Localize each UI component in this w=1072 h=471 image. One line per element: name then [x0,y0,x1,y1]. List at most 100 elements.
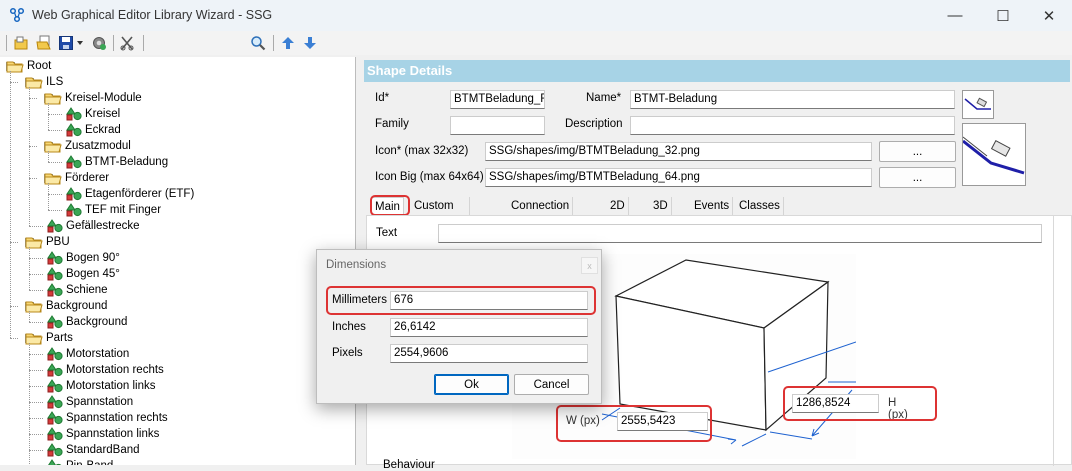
tree-item[interactable]: TEF mit Finger [66,202,161,218]
tree-item[interactable]: StandardBand [47,442,140,458]
text-field[interactable] [438,224,1042,243]
tree-item[interactable]: BTMT-Beladung [66,154,168,170]
tree-connector [48,194,62,195]
tab-custom-properties[interactable]: Custom Properties [411,197,471,230]
ok-button[interactable]: Ok [434,374,509,395]
inches-field[interactable]: 26,6142 [390,318,588,337]
maximize-button[interactable]: ☐ [980,0,1026,31]
name-field[interactable]: BTMT-Beladung [630,90,955,109]
shape-details-header: Shape Details [364,60,1070,82]
tree-connector [48,162,62,163]
toolbar-separator [143,35,144,51]
tree-connector [10,338,18,339]
description-field[interactable] [630,116,955,135]
icon-path-field[interactable]: SSG/shapes/img/BTMTBeladung_32.png [485,142,872,161]
shape-icon [47,411,66,425]
family-field[interactable] [450,116,545,135]
tree-folder[interactable]: Zusatzmodul [44,138,131,154]
tree-folder[interactable]: ILS [25,74,63,90]
tree-item-label: PBU [46,236,70,248]
tree-connector [29,98,37,99]
shape-icon [47,267,66,281]
tree-item[interactable]: Spannstation rechts [47,410,168,426]
dialog-close-button[interactable]: x [581,257,598,274]
tree-item[interactable]: Spannstation links [47,426,159,442]
tree-item[interactable]: Motorstation links [47,378,155,394]
icon-big-path-field[interactable]: SSG/shapes/img/BTMTBeladung_64.png [485,168,872,187]
cut-icon[interactable] [118,34,136,52]
shape-icon [47,427,66,441]
tree-item-label: BTMT-Beladung [85,156,169,168]
tree-item-label: Spannstation rechts [66,412,168,424]
tree-item[interactable]: Schiene [47,282,108,298]
cancel-button[interactable]: Cancel [514,374,589,395]
settings-icon[interactable] [90,34,108,52]
arrow-down-icon[interactable] [301,34,319,52]
tree-item[interactable]: Eckrad [66,122,121,138]
tree-connector [29,311,30,322]
tree-item[interactable]: Spannstation [47,394,133,410]
tree-item-label: Parts [46,332,73,344]
icon-label: Icon* (max 32x32) [375,145,469,157]
tree-item-label: StandardBand [66,444,140,456]
tree-connector [29,258,43,259]
id-field[interactable]: BTMTBeladung_Ro [450,90,545,109]
tree-item-label: Förderer [65,172,110,184]
tree-folder[interactable]: Root [6,58,51,74]
save-icon[interactable] [57,34,75,52]
tree-item[interactable]: Motorstation rechts [47,362,164,378]
search-icon[interactable] [249,34,267,52]
dropdown-icon[interactable] [75,34,85,52]
tree-item-label: Eckrad [85,124,121,136]
tab-connection-points[interactable]: Connection Points [508,197,574,230]
tree-connector [29,354,43,355]
description-label: Description [565,118,623,130]
minimize-button[interactable]: — [932,0,978,31]
tree-item-label: Motorstation rechts [66,364,164,376]
text-label: Text [376,227,398,239]
tree-item[interactable]: Bogen 90° [47,250,120,266]
open-icon[interactable] [35,34,53,52]
icon-big-browse-button[interactable]: ... [879,167,956,188]
new-icon[interactable] [12,34,30,52]
tree-folder[interactable]: Parts [25,330,73,346]
tab-classes[interactable]: Classes [736,197,784,215]
tree-item-label: Bogen 90° [66,252,120,264]
tree-connector [48,183,49,210]
tab-2d[interactable]: 2D [607,197,629,215]
icon-browse-button[interactable]: ... [879,141,956,162]
tree-item-label: Schiene [66,284,108,296]
tree-folder[interactable]: Kreisel-Module [44,90,142,106]
tree-folder[interactable]: Förderer [44,170,109,186]
tab-3d[interactable]: 3D [650,197,672,215]
icon-big-label: Icon Big (max 64x64) [375,171,484,183]
tree-item-label: Motorstation [66,348,130,360]
tree-connector [29,450,43,451]
tree-item[interactable]: Motorstation [47,346,129,362]
tree-item-label: Kreisel-Module [65,92,142,104]
millimeters-highlight [326,286,596,315]
tree-item[interactable]: Background [47,314,127,330]
tree-folder[interactable]: Background [25,298,107,314]
tree-folder[interactable]: PBU [25,234,70,250]
tab-events[interactable]: Events [691,197,734,215]
close-window-button[interactable]: ✕ [1026,0,1072,31]
pixels-label: Pixels [332,347,363,359]
shape-icon [47,315,66,329]
shape-icon [66,123,85,137]
tree-item[interactable]: Bogen 45° [47,266,120,282]
shape-icon [47,443,66,457]
tree-item[interactable]: Kreisel [66,106,120,122]
tree-connector [29,322,43,323]
tree-connector [48,151,49,162]
pixels-field[interactable]: 2554,9606 [390,344,588,363]
tree-item[interactable]: Etagenförderer (ETF) [66,186,194,202]
tree-item-label: Gefällestrecke [66,220,140,232]
tree-connector [29,386,43,387]
tree-item[interactable]: Pin-Band [47,458,113,465]
shape-icon [47,363,66,377]
arrow-up-icon[interactable] [279,34,297,52]
tree-connector [29,226,43,227]
tree-item[interactable]: Gefällestrecke [47,218,140,234]
tree-connector [29,247,30,290]
